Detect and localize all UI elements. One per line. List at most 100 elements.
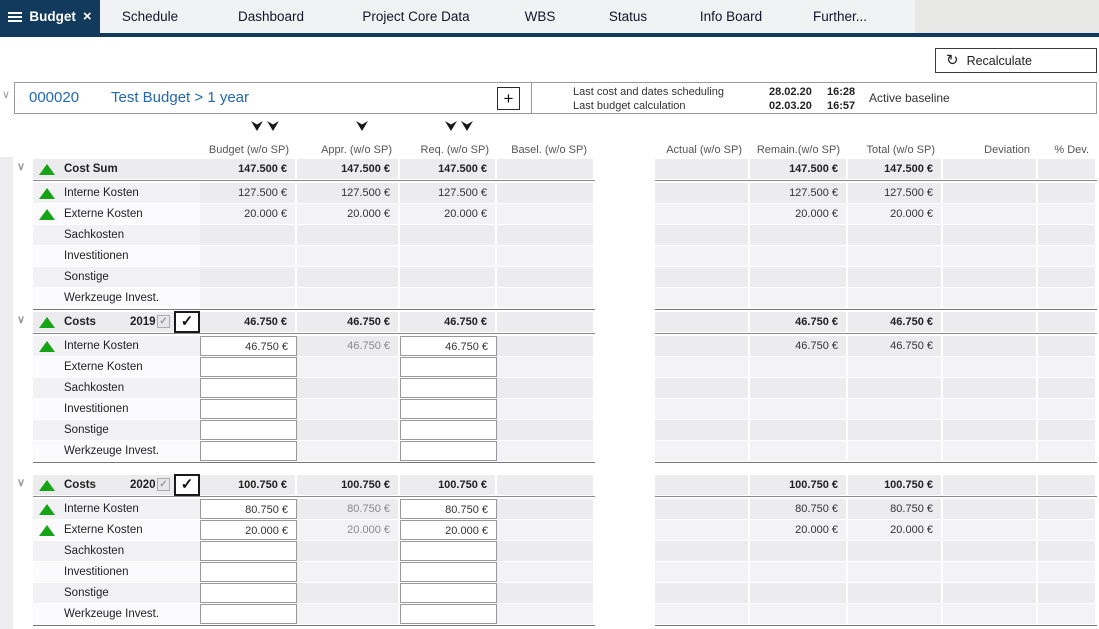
cell-budget[interactable] [200, 541, 297, 561]
cell-budget[interactable]: 20.000 € [200, 520, 297, 540]
cell-actual [655, 312, 750, 332]
block-bottom-border [33, 309, 1097, 310]
cell-budget[interactable] [200, 399, 297, 419]
cost-block-header-row: ∨Costs2019✓✓46.750 €46.750 €46.750 €46.7… [33, 312, 1097, 332]
tab-wbs[interactable]: WBS [511, 0, 570, 33]
cell-total [848, 441, 943, 461]
tab-budget[interactable]: Budget × [0, 0, 100, 33]
status-up-indicator-icon [39, 317, 55, 328]
cell-req[interactable]: 20.000 € [400, 520, 497, 540]
cell-appr: 127.500 € [297, 183, 400, 203]
cell-total: 127.500 € [848, 183, 943, 203]
cell-budget[interactable] [200, 562, 297, 582]
block-year-label: 2019 [130, 316, 156, 328]
cell-basel [497, 312, 595, 332]
tab-info-board[interactable]: Info Board [686, 0, 776, 33]
cell-req[interactable] [400, 420, 497, 440]
column-header-label: Budget (w/o SP) [209, 144, 289, 156]
cell-budget[interactable] [200, 420, 297, 440]
cell-actual [655, 475, 750, 495]
cell-req[interactable]: 80.750 € [400, 499, 497, 519]
cell-req[interactable] [400, 583, 497, 603]
cell-req: 20.000 € [400, 204, 497, 224]
cell-req[interactable] [400, 357, 497, 377]
column-header-appr[interactable]: Appr. (w/o SP) [297, 118, 400, 159]
filter-arrow-icon[interactable] [267, 121, 279, 131]
cell-budget[interactable] [200, 441, 297, 461]
table-row: Interne Kosten80.750 €80.750 €80.750 €80… [33, 499, 1097, 519]
cell-appr [297, 225, 400, 245]
cell-pdev [1038, 562, 1097, 582]
year-active-checkbox[interactable]: ✓ [174, 311, 200, 333]
table-row: Externe Kosten20.000 €20.000 €20.000 €20… [33, 520, 1097, 540]
cell-req[interactable]: 46.750 € [400, 336, 497, 356]
tab-project-core-data[interactable]: Project Core Data [348, 0, 483, 33]
cell-req[interactable] [400, 378, 497, 398]
column-header-budget[interactable]: Budget (w/o SP) [200, 118, 297, 159]
expand-chevron-icon[interactable]: ∨ [17, 478, 25, 489]
cell-req[interactable] [400, 604, 497, 624]
filter-arrows[interactable] [445, 121, 473, 131]
filter-arrows[interactable] [356, 121, 368, 131]
cell-budget[interactable] [200, 357, 297, 377]
cell-budget[interactable] [200, 583, 297, 603]
column-gap [595, 336, 655, 356]
expand-chevron-icon[interactable]: ∨ [17, 162, 25, 173]
tab-budget-label: Budget [29, 9, 76, 24]
filter-arrow-icon[interactable] [251, 121, 263, 131]
column-header-req[interactable]: Req. (w/o SP) [400, 118, 497, 159]
cell-req[interactable] [400, 399, 497, 419]
year-locked-checkbox[interactable]: ✓ [157, 315, 170, 328]
recalculate-button[interactable]: ↻ Recalculate [935, 48, 1097, 73]
cell-appr: 46.750 € [297, 336, 400, 356]
menu-icon[interactable] [8, 12, 22, 22]
tab-status[interactable]: Status [595, 0, 661, 33]
column-header-basel[interactable]: Basel. (w/o SP) [497, 118, 595, 159]
tab-further[interactable]: Further... [799, 0, 881, 33]
cell-actual [655, 336, 750, 356]
filter-arrow-icon[interactable] [461, 121, 473, 131]
filter-arrows[interactable] [251, 121, 279, 131]
tab-schedule[interactable]: Schedule [108, 0, 192, 33]
table-row: Sachkosten [33, 541, 1097, 561]
cell-appr: 20.000 € [297, 204, 400, 224]
row-label: Sachkosten [64, 382, 124, 394]
cell-budget[interactable]: 46.750 € [200, 336, 297, 356]
column-header-remain[interactable]: Remain.(w/o SP) [750, 118, 848, 159]
cell-remain: 127.500 € [750, 183, 848, 203]
filter-arrow-icon[interactable] [445, 121, 457, 131]
tab-dashboard[interactable]: Dashboard [224, 0, 318, 33]
add-button[interactable]: + [497, 87, 520, 110]
column-gap [595, 499, 655, 519]
project-collapse-chevron-icon[interactable]: ∨ [2, 88, 10, 101]
cell-budget[interactable] [200, 604, 297, 624]
cell-actual [655, 357, 750, 377]
column-header-label: % Dev. [1054, 144, 1089, 156]
table-row: Investitionen [33, 399, 1097, 419]
header-divider [531, 83, 532, 113]
column-header-actual[interactable]: Actual (w/o SP) [655, 118, 750, 159]
calculation-label: Last budget calculation [573, 99, 769, 113]
column-header-deviation[interactable]: Deviation [943, 118, 1038, 159]
cell-budget[interactable] [200, 378, 297, 398]
cell-actual [655, 399, 750, 419]
cell-req[interactable] [400, 441, 497, 461]
column-gap [595, 399, 655, 419]
cell-actual [655, 159, 750, 179]
row-label-cell: Investitionen [33, 399, 200, 419]
column-gap [595, 420, 655, 440]
column-gap [595, 357, 655, 377]
column-header-total[interactable]: Total (w/o SP) [848, 118, 943, 159]
column-header-label: Remain.(w/o SP) [757, 144, 840, 156]
expand-chevron-icon[interactable]: ∨ [17, 315, 25, 326]
cell-req[interactable] [400, 541, 497, 561]
row-label: Sachkosten [64, 229, 124, 241]
year-active-checkbox[interactable]: ✓ [174, 474, 200, 496]
cell-req[interactable] [400, 562, 497, 582]
cell-budget[interactable]: 80.750 € [200, 499, 297, 519]
cell-budget: 46.750 € [200, 312, 297, 332]
filter-arrow-icon[interactable] [356, 121, 368, 131]
close-icon[interactable]: × [83, 9, 92, 24]
year-locked-checkbox[interactable]: ✓ [157, 478, 170, 491]
column-header-pdev[interactable]: % Dev. [1038, 118, 1097, 159]
